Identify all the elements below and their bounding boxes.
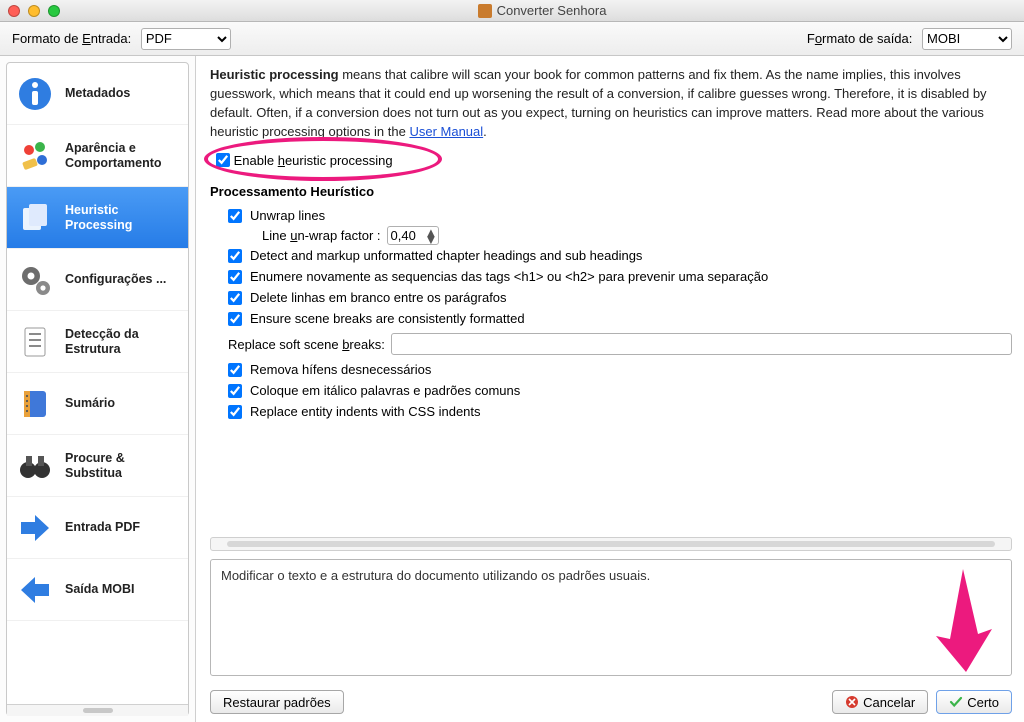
sidebar-item-output-mobi[interactable]: Saída MOBI: [7, 559, 188, 621]
app-icon: [478, 4, 492, 18]
window-title: Converter Senhora: [497, 3, 607, 18]
unwrap-lines-label: Unwrap lines: [250, 208, 325, 223]
cancel-icon: [845, 695, 859, 709]
sidebar-item-label: Aparência e Comportamento: [65, 141, 180, 170]
unwrap-factor-label: Line un-wrap factor :: [262, 228, 381, 243]
sidebar-item-toc[interactable]: Sumário: [7, 373, 188, 435]
ensure-scene-checkbox[interactable]: [228, 312, 242, 326]
heuristic-options-group: Processamento Heurístico Unwrap lines Li…: [210, 180, 1012, 422]
sidebar-item-label: Sumário: [65, 396, 115, 410]
output-format-select[interactable]: MOBI: [922, 28, 1012, 50]
sidebar-scrollbar[interactable]: [7, 704, 188, 716]
sidebar-item-input-pdf[interactable]: Entrada PDF: [7, 497, 188, 559]
sidebar-item-label: Procure & Substitua: [65, 451, 180, 480]
output-format-label: Formato de saída:: [807, 31, 913, 46]
unwrap-lines-checkbox[interactable]: [228, 209, 242, 223]
cancel-button[interactable]: Cancelar: [832, 690, 928, 714]
sidebar: Metadados Aparência e Comportamento Heur…: [0, 56, 196, 722]
sidebar-item-label: Metadados: [65, 86, 130, 100]
restore-defaults-button[interactable]: Restaurar padrões: [210, 690, 344, 714]
sidebar-item-heuristic[interactable]: Heuristic Processing: [7, 187, 188, 249]
binoculars-icon: [15, 446, 55, 486]
pages-icon: [15, 198, 55, 238]
palette-icon: [15, 136, 55, 176]
sidebar-item-label: Saída MOBI: [65, 582, 134, 596]
entity-indents-checkbox[interactable]: [228, 405, 242, 419]
sidebar-item-label: Entrada PDF: [65, 520, 140, 534]
arrow-left-icon: [15, 570, 55, 610]
sidebar-item-label: Detecção da Estrutura: [65, 327, 180, 356]
horizontal-scrollbar[interactable]: [210, 537, 1012, 551]
unwrap-factor-spinner[interactable]: ▲▼: [387, 226, 439, 245]
sidebar-item-structure[interactable]: Detecção da Estrutura: [7, 311, 188, 373]
italicize-checkbox[interactable]: [228, 384, 242, 398]
delete-blank-label: Delete linhas em branco entre os parágra…: [250, 290, 507, 305]
enable-heuristic-input[interactable]: [216, 153, 230, 167]
minimize-window-button[interactable]: [28, 5, 40, 17]
help-text-area: Modificar o texto e a estrutura do docum…: [210, 559, 1012, 676]
renumber-headings-label: Enumere novamente as sequencias das tags…: [250, 269, 768, 284]
sidebar-item-search-replace[interactable]: Procure & Substitua: [7, 435, 188, 497]
spinner-down-icon[interactable]: ▼: [425, 236, 435, 243]
delete-blank-checkbox[interactable]: [228, 291, 242, 305]
entity-indents-label: Replace entity indents with CSS indents: [250, 404, 481, 419]
user-manual-link[interactable]: User Manual: [409, 124, 483, 139]
notebook-icon: [15, 384, 55, 424]
enable-heuristic-checkbox[interactable]: Enable heuristic processing: [216, 153, 393, 168]
description-text: Heuristic processing means that calibre …: [210, 66, 1012, 141]
zoom-window-button[interactable]: [48, 5, 60, 17]
close-window-button[interactable]: [8, 5, 20, 17]
window-titlebar: Converter Senhora: [0, 0, 1024, 22]
detect-headings-label: Detect and markup unformatted chapter he…: [250, 248, 642, 263]
remove-hyphens-checkbox[interactable]: [228, 363, 242, 377]
ok-button[interactable]: Certo: [936, 690, 1012, 714]
input-format-label: Formato de Entrada:: [12, 31, 131, 46]
gear-icon: [15, 260, 55, 300]
info-icon: [15, 74, 55, 114]
document-lines-icon: [15, 322, 55, 362]
input-format-select[interactable]: PDF: [141, 28, 231, 50]
check-icon: [949, 695, 963, 709]
sidebar-item-label: Heuristic Processing: [65, 203, 180, 232]
arrow-right-icon: [15, 508, 55, 548]
format-bar: Formato de Entrada: PDF Formato de saída…: [0, 22, 1024, 56]
section-title: Processamento Heurístico: [210, 180, 374, 205]
sidebar-item-label: Configurações ...: [65, 272, 166, 286]
remove-hyphens-label: Remova hífens desnecessários: [250, 362, 431, 377]
sidebar-item-metadata[interactable]: Metadados: [7, 63, 188, 125]
content-panel: Heuristic processing means that calibre …: [196, 56, 1024, 722]
replace-soft-input[interactable]: [391, 333, 1012, 355]
ensure-scene-label: Ensure scene breaks are consistently for…: [250, 311, 525, 326]
unwrap-factor-input[interactable]: [391, 228, 425, 243]
italicize-label: Coloque em itálico palavras e padrões co…: [250, 383, 520, 398]
sidebar-item-config[interactable]: Configurações ...: [7, 249, 188, 311]
replace-soft-label: Replace soft scene breaks:: [228, 337, 385, 352]
renumber-headings-checkbox[interactable]: [228, 270, 242, 284]
sidebar-item-look-feel[interactable]: Aparência e Comportamento: [7, 125, 188, 187]
detect-headings-checkbox[interactable]: [228, 249, 242, 263]
